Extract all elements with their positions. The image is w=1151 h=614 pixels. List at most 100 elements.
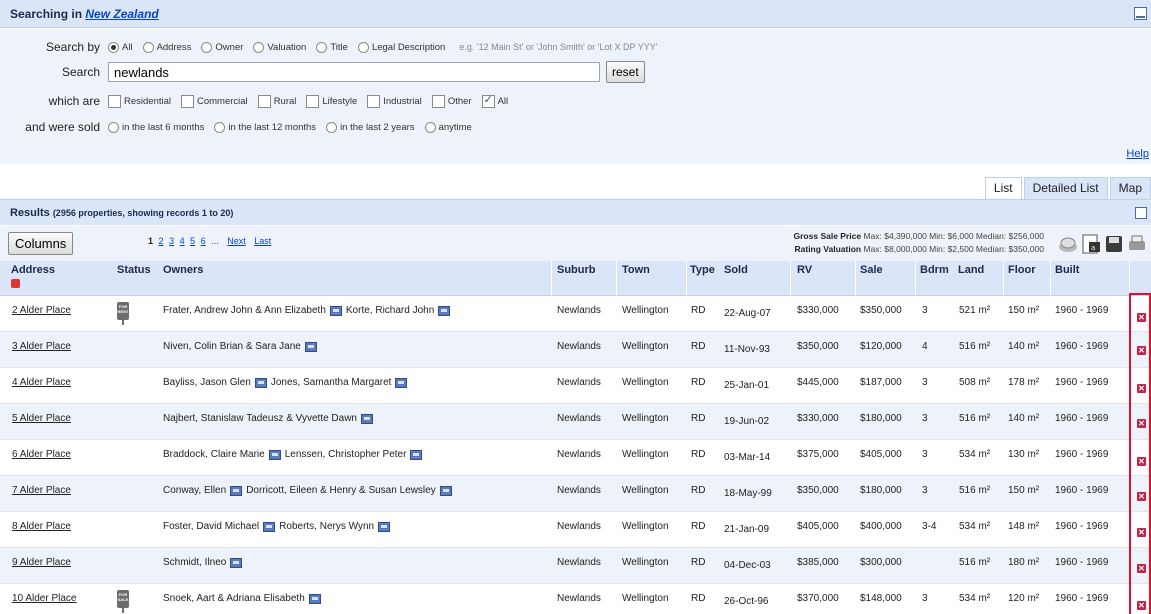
radio-icon[interactable] — [424, 121, 436, 133]
col-owners[interactable]: Owners — [163, 264, 203, 276]
col-floor[interactable]: Floor — [1008, 264, 1036, 276]
checkbox-icon[interactable] — [108, 94, 121, 108]
tab-detailed-list[interactable]: Detailed List — [1023, 177, 1108, 199]
address-link[interactable]: 5 Alder Place — [12, 413, 71, 424]
page-link[interactable]: 3 — [169, 236, 174, 246]
type-cell: RD — [691, 305, 706, 316]
next-link[interactable]: Next — [227, 236, 246, 246]
col-rv[interactable]: RV — [797, 264, 812, 276]
radio-icon[interactable] — [142, 41, 154, 53]
phone-icon[interactable] — [263, 521, 276, 532]
collapse-icon[interactable] — [1135, 207, 1147, 219]
sold-anytime[interactable]: anytime — [424, 121, 472, 133]
address-link[interactable]: 6 Alder Place — [12, 449, 71, 460]
phone-icon[interactable] — [254, 377, 267, 388]
columns-button[interactable]: Columns — [8, 232, 74, 255]
phone-icon[interactable] — [439, 485, 452, 496]
sold-row: and were sold in the last 6 months in th… — [0, 117, 482, 137]
phone-icon[interactable] — [395, 377, 408, 388]
col-address[interactable]: Address — [11, 264, 55, 276]
phone-icon[interactable] — [304, 341, 317, 352]
type-industrial[interactable]: Industrial — [367, 94, 422, 108]
address-link[interactable]: 7 Alder Place — [12, 485, 71, 496]
checkbox-icon[interactable] — [431, 94, 445, 108]
land-cell: 534 m² — [959, 593, 991, 604]
checkbox-icon[interactable] — [181, 94, 194, 108]
address-link[interactable]: 4 Alder Place — [12, 377, 71, 388]
page-link[interactable]: 4 — [180, 236, 185, 246]
sold-12-months[interactable]: in the last 12 months — [214, 121, 316, 133]
phone-icon[interactable] — [410, 449, 423, 460]
phone-icon[interactable] — [438, 305, 451, 316]
page-link[interactable]: 5 — [190, 236, 195, 246]
radio-icon[interactable] — [108, 41, 119, 53]
sold-2-years[interactable]: in the last 2 years — [326, 121, 415, 133]
checkbox-icon[interactable] — [257, 94, 271, 108]
last-link[interactable]: Last — [254, 236, 271, 246]
radio-icon[interactable] — [316, 41, 328, 53]
sort-icon[interactable] — [11, 279, 20, 288]
checkbox-icon[interactable] — [481, 93, 495, 108]
search-by-valuation[interactable]: Valuation — [253, 41, 306, 53]
radio-icon[interactable] — [326, 121, 338, 133]
save-icon[interactable] — [1103, 233, 1125, 255]
type-lifestyle[interactable]: Lifestyle — [306, 94, 357, 108]
phone-icon[interactable] — [329, 305, 342, 316]
rv-cell: $445,000 — [797, 377, 839, 388]
search-by-address[interactable]: Address — [142, 41, 191, 53]
radio-icon[interactable] — [253, 41, 265, 53]
col-sold[interactable]: Sold — [724, 264, 748, 276]
search-by-legal[interactable]: Legal Description — [357, 41, 445, 53]
property-search-page: Searching in New Zealand Search by All A… — [0, 0, 1151, 614]
land-cell: 516 m² — [959, 341, 991, 352]
search-by-owner[interactable]: Owner — [201, 41, 243, 53]
print-icon[interactable] — [1126, 233, 1148, 255]
address-link[interactable]: 8 Alder Place — [12, 521, 71, 532]
search-by-title[interactable]: Title — [316, 41, 348, 53]
tab-map[interactable]: Map — [1109, 177, 1151, 199]
phone-icon[interactable] — [378, 521, 391, 532]
search-input[interactable] — [108, 62, 600, 82]
type-residential[interactable]: Residential — [108, 94, 171, 108]
phone-icon[interactable] — [230, 485, 243, 496]
type-all[interactable]: All — [481, 93, 508, 108]
address-link[interactable]: 2 Alder Place — [12, 305, 71, 316]
tab-list[interactable]: List — [984, 177, 1022, 199]
checkbox-icon[interactable] — [367, 94, 381, 108]
phone-icon[interactable] — [308, 593, 321, 604]
col-sale[interactable]: Sale — [860, 264, 883, 276]
radio-icon[interactable] — [357, 41, 369, 53]
radio-icon[interactable] — [201, 41, 213, 53]
radio-icon[interactable] — [214, 121, 226, 133]
type-other[interactable]: Other — [431, 94, 472, 108]
col-built[interactable]: Built — [1055, 264, 1079, 276]
col-town[interactable]: Town — [622, 264, 650, 276]
phone-icon[interactable] — [268, 449, 281, 460]
phone-icon[interactable] — [230, 557, 243, 568]
address-link[interactable]: 3 Alder Place — [12, 341, 71, 352]
help-link[interactable]: Help — [1126, 148, 1149, 160]
type-commercial[interactable]: Commercial — [181, 94, 248, 108]
region-link[interactable]: New Zealand — [85, 7, 158, 21]
col-type[interactable]: Type — [690, 264, 715, 276]
search-by-all[interactable]: All — [108, 41, 133, 53]
export-document-icon[interactable]: a — [1080, 233, 1102, 255]
reset-button[interactable]: reset — [606, 61, 645, 83]
col-land[interactable]: Land — [958, 264, 984, 276]
sold-6-months[interactable]: in the last 6 months — [108, 121, 204, 133]
radio-icon[interactable] — [108, 121, 119, 133]
col-status[interactable]: Status — [117, 264, 151, 276]
address-link[interactable]: 10 Alder Place — [12, 593, 77, 604]
minimize-icon[interactable] — [1134, 7, 1147, 20]
land-cell: 521 m² — [959, 305, 991, 316]
type-rural[interactable]: Rural — [257, 94, 296, 108]
built-cell: 1960 - 1969 — [1055, 449, 1109, 460]
col-bdrm[interactable]: Bdrm — [920, 264, 949, 276]
address-link[interactable]: 9 Alder Place — [12, 557, 71, 568]
map-layers-icon[interactable] — [1057, 233, 1079, 255]
col-suburb[interactable]: Suburb — [557, 264, 596, 276]
phone-icon[interactable] — [360, 413, 373, 424]
page-link[interactable]: 2 — [159, 236, 164, 246]
checkbox-icon[interactable] — [306, 94, 320, 108]
page-link[interactable]: 6 — [201, 236, 206, 246]
